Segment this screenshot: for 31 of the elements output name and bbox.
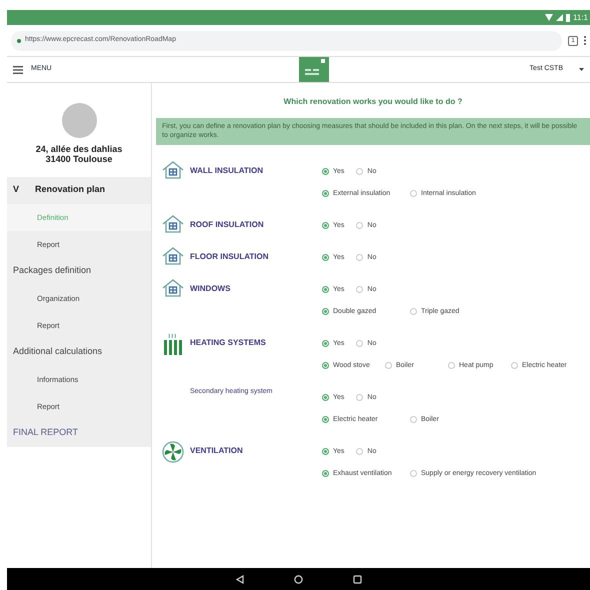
back-icon[interactable] xyxy=(236,574,244,584)
menu-icon xyxy=(13,66,23,74)
measure-title: HEATING SYSTEMS xyxy=(190,336,266,349)
sidebar-item-label[interactable]: Renovation plan xyxy=(35,183,106,197)
house-icon xyxy=(162,214,184,233)
house-icon xyxy=(162,160,184,179)
radiator-icon xyxy=(162,332,184,355)
recents-icon[interactable] xyxy=(352,574,362,584)
signal-icon xyxy=(556,14,564,21)
expand-marker: V xyxy=(13,183,20,196)
sidebar-item[interactable]: Packages definition xyxy=(7,258,151,285)
battery-icon xyxy=(566,14,570,22)
wifi-icon xyxy=(545,14,554,21)
measure-title: WINDOWS xyxy=(190,282,230,295)
sidebar-item[interactable]: FINAL REPORT xyxy=(7,420,151,447)
sidebar-item[interactable]: Additional calculations xyxy=(7,338,151,366)
house-icon xyxy=(162,278,184,297)
caret-icon xyxy=(579,68,584,71)
logo-icon xyxy=(299,57,329,82)
fan-icon xyxy=(162,440,184,463)
measure-title: ROOF INSULATION xyxy=(190,218,264,231)
page-heading: Which renovation works you would like to do ? xyxy=(282,96,464,108)
lock-icon xyxy=(17,38,21,42)
house-icon xyxy=(162,246,184,265)
measure-title: FLOOR INSULATION xyxy=(190,250,269,263)
clock-time: 11:1 xyxy=(573,12,588,24)
avatar xyxy=(62,103,96,138)
measure-title: WALL INSULATION xyxy=(190,164,264,177)
home-icon[interactable] xyxy=(294,574,302,584)
address-text: 24, allée des dahlias 31400 Toulouse xyxy=(34,144,124,165)
measure-title: VENTILATION xyxy=(190,444,243,457)
